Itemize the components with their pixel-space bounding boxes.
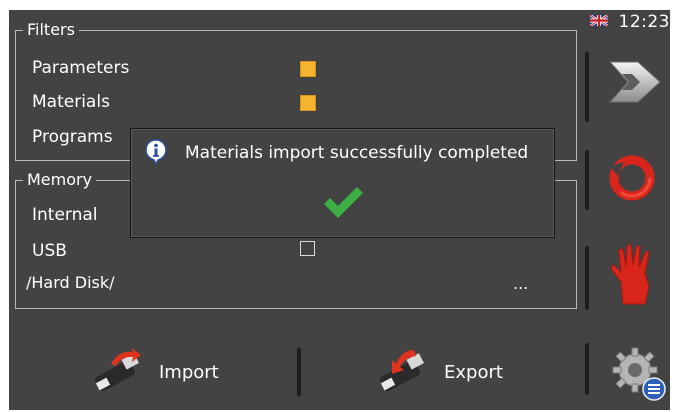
refresh-circle-icon[interactable] (606, 152, 658, 204)
checkmark-icon (324, 187, 363, 218)
memory-usb-checkbox[interactable] (300, 241, 315, 256)
memory-group-title: Memory (23, 170, 97, 190)
usb-import-icon (94, 348, 141, 392)
import-button[interactable]: Import (89, 346, 249, 396)
stop-hand-icon[interactable] (609, 244, 661, 306)
screen: 12:23 Filters Parameters Materials Progr… (0, 0, 680, 412)
import-label: Import (159, 362, 219, 383)
filter-programs-label: Programs (32, 127, 113, 147)
memory-usb-label: USB (32, 241, 67, 261)
filter-materials-checkbox[interactable] (300, 95, 316, 111)
browse-path-button[interactable]: ... (513, 274, 528, 293)
filters-group-title: Filters (23, 20, 79, 40)
side-divider (585, 246, 589, 310)
info-icon (145, 139, 167, 165)
usb-export-icon (379, 350, 424, 392)
main-panel: 12:23 Filters Parameters Materials Progr… (9, 10, 670, 410)
uk-flag-icon[interactable] (590, 15, 608, 26)
export-button[interactable]: Export (374, 346, 534, 396)
filter-parameters-checkbox[interactable] (300, 61, 316, 77)
filter-materials-label: Materials (32, 92, 110, 112)
clock: 12:23 (618, 12, 670, 32)
forward-arrow-icon[interactable] (602, 54, 662, 110)
bottom-divider (297, 348, 301, 396)
memory-internal-label: Internal (32, 205, 98, 225)
side-divider (585, 343, 589, 395)
settings-gear-icon[interactable] (611, 346, 667, 402)
export-label: Export (444, 362, 503, 383)
memory-path-label: /Hard Disk/ (26, 273, 115, 292)
side-divider (585, 52, 589, 122)
import-complete-dialog[interactable]: Materials import successfully completed (130, 128, 555, 238)
filter-parameters-label: Parameters (32, 58, 130, 78)
dialog-message: Materials import successfully completed (185, 143, 529, 163)
side-divider (585, 150, 589, 210)
